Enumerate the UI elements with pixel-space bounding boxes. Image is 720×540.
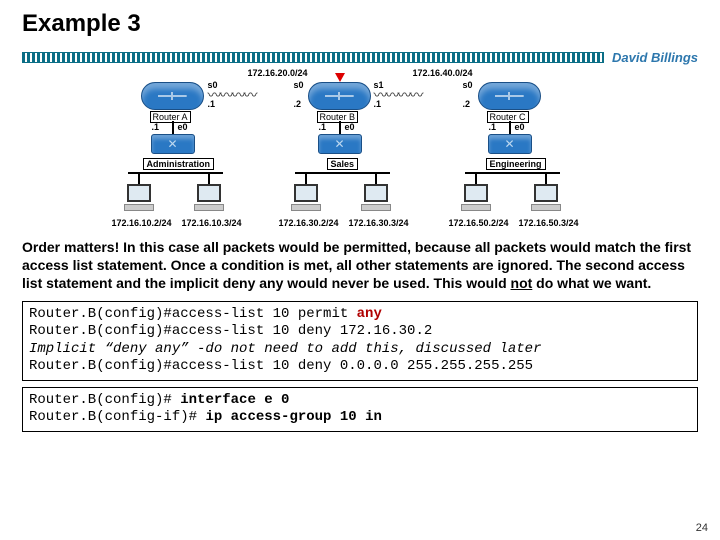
lan1-d2 [208, 172, 210, 184]
lan3-d1 [475, 172, 477, 184]
rb-e0-addr: .1 [319, 122, 327, 132]
pc-icon [290, 184, 322, 214]
network-diagram: 172.16.20.0/24 172.16.40.0/24 Router A R… [108, 68, 613, 232]
router-c-icon [478, 82, 541, 110]
para-not: not [511, 275, 533, 291]
lan1-name: Administration [143, 158, 215, 170]
pc-icon [460, 184, 492, 214]
divider-band: David Billings [22, 48, 698, 66]
switch-c-icon [488, 134, 532, 154]
code-block-2: Router.B(config)# interface e 0 Router.B… [22, 387, 698, 432]
stripe-pattern [22, 52, 604, 63]
c2-l2b: ip access-group 10 in [205, 409, 381, 425]
rc-s0-addr: .2 [463, 99, 471, 109]
router-b-icon [308, 82, 371, 110]
c2-l1b: interface e 0 [180, 392, 289, 408]
c1-l4: Router.B(config)#access-list 10 deny 0.0… [29, 358, 533, 374]
lan1-d1 [138, 172, 140, 184]
lan2-pc2-ip: 172.16.30.3/24 [349, 218, 409, 228]
pc-icon [123, 184, 155, 214]
slide-title: Example 3 [0, 0, 720, 44]
lan2-d2 [375, 172, 377, 184]
c1-l2: Router.B(config)#access-list 10 deny 172… [29, 323, 432, 339]
pc-icon [360, 184, 392, 214]
switch-b-icon [318, 134, 362, 154]
rb-s0-addr: .2 [294, 99, 302, 109]
pc-icon [530, 184, 562, 214]
c1-l1a: Router.B(config)#access-list 10 permit [29, 306, 357, 322]
ra-e0-if: e0 [178, 122, 188, 132]
lan3-d2 [545, 172, 547, 184]
rb-e0-if: e0 [345, 122, 355, 132]
c1-any: any [357, 306, 382, 322]
c2-l1a: Router.B(config)# [29, 392, 180, 408]
switch-a-icon [151, 134, 195, 154]
rb-s1-if: s1 [374, 80, 384, 90]
rc-e0-if: e0 [515, 122, 525, 132]
rb-s0-if: s0 [294, 80, 304, 90]
lan1-pc1-ip: 172.16.10.2/24 [112, 218, 172, 228]
ra-s0-if: s0 [208, 80, 218, 90]
router-a-icon [141, 82, 204, 110]
lan1-pc2-ip: 172.16.10.3/24 [182, 218, 242, 228]
explanation-paragraph: Order matters! In this case all packets … [0, 238, 720, 299]
code-block-1: Router.B(config)#access-list 10 permit a… [22, 301, 698, 381]
drop-b [339, 121, 341, 135]
lan3-name: Engineering [486, 158, 546, 170]
rc-s0-if: s0 [463, 80, 473, 90]
wan2-subnet: 172.16.40.0/24 [413, 68, 473, 78]
lan2-name: Sales [327, 158, 359, 170]
drop-a [172, 121, 174, 135]
lan3-pc1-ip: 172.16.50.2/24 [449, 218, 509, 228]
author-label: David Billings [604, 50, 698, 65]
pc-icon [193, 184, 225, 214]
lan2-d1 [305, 172, 307, 184]
rb-s1-addr: .1 [374, 99, 382, 109]
c2-l2a: Router.B(config-if)# [29, 409, 205, 425]
c1-l3: Implicit “deny any” -do not need to add … [29, 341, 541, 357]
ra-e0-addr: .1 [152, 122, 160, 132]
page-number: 24 [696, 522, 708, 534]
wan1-subnet: 172.16.20.0/24 [248, 68, 308, 78]
rc-e0-addr: .1 [489, 122, 497, 132]
router-b-marker-icon [335, 73, 345, 82]
lan3-pc2-ip: 172.16.50.3/24 [519, 218, 579, 228]
drop-c [509, 121, 511, 135]
para-text-b: do what we want. [532, 275, 651, 291]
lan2-pc1-ip: 172.16.30.2/24 [279, 218, 339, 228]
ra-s0-addr: .1 [208, 99, 216, 109]
